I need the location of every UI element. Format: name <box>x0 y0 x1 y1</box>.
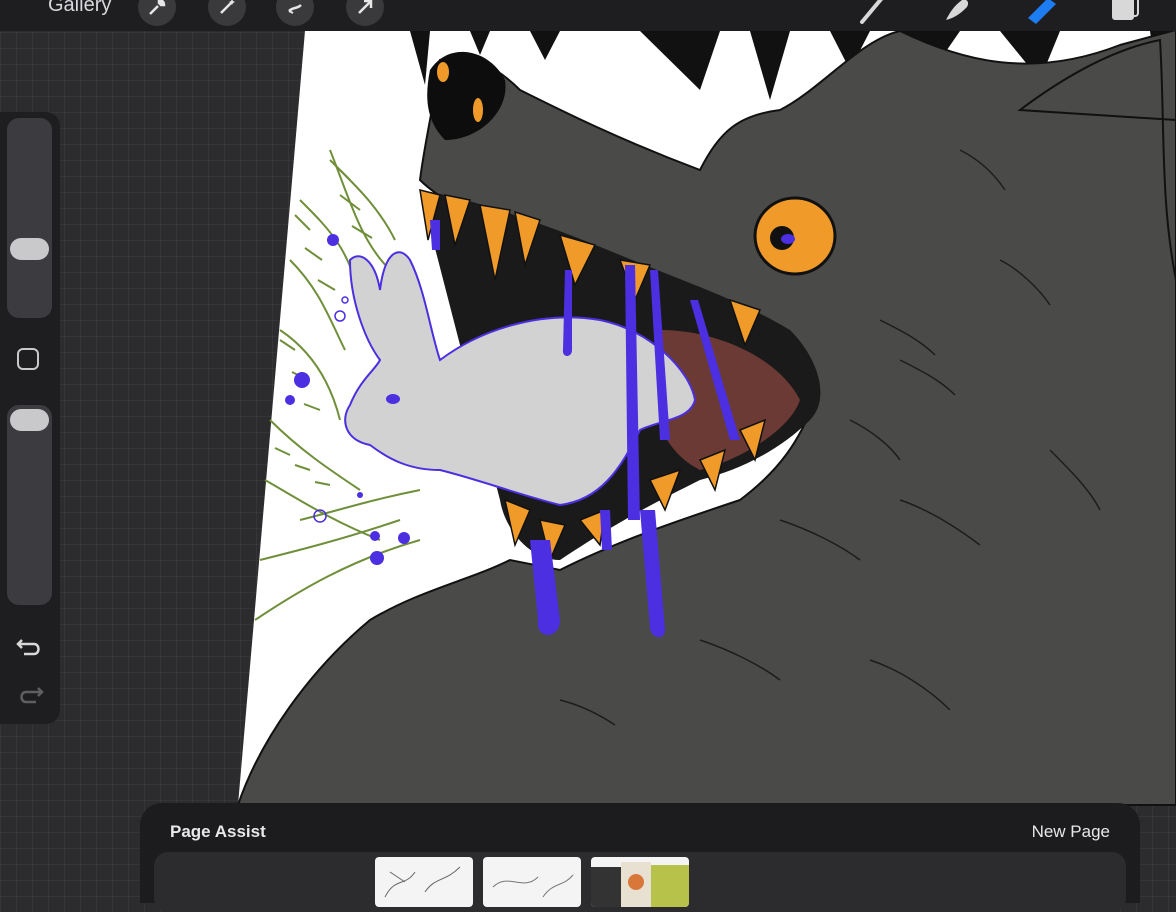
sidebar <box>0 112 60 724</box>
selection-icon[interactable] <box>276 0 314 26</box>
page-assist-title: Page Assist <box>170 822 266 841</box>
transform-icon[interactable] <box>346 0 384 26</box>
page-thumbnail-3[interactable] <box>591 857 689 907</box>
artwork-canvas[interactable] <box>0 0 1176 885</box>
wolf-eye <box>753 196 837 276</box>
top-toolbar: Gallery <box>0 0 1176 31</box>
redo-icon[interactable] <box>14 680 46 708</box>
opacity-handle[interactable] <box>10 409 49 431</box>
wrench-icon[interactable] <box>138 0 176 26</box>
brush-size-handle[interactable] <box>10 238 49 260</box>
new-page-button[interactable]: New Page <box>1032 822 1110 842</box>
square-icon[interactable] <box>17 348 39 370</box>
undo-icon[interactable] <box>14 632 46 660</box>
page-thumbnail-1[interactable] <box>375 857 473 907</box>
smudge-icon[interactable] <box>940 0 974 31</box>
eraser-icon[interactable] <box>1022 0 1058 31</box>
page-thumbnail-strip <box>154 852 1126 912</box>
gallery-button[interactable]: Gallery <box>48 0 111 17</box>
brush-icon[interactable] <box>858 0 888 31</box>
page-thumbnail-2[interactable] <box>483 857 581 907</box>
brush-size-slider[interactable] <box>7 118 52 318</box>
opacity-slider[interactable] <box>7 405 52 605</box>
layers-icon[interactable] <box>1106 0 1140 31</box>
page-assist-panel: Page Assist New Page <box>140 803 1140 912</box>
magic-wand-icon[interactable] <box>208 0 246 26</box>
